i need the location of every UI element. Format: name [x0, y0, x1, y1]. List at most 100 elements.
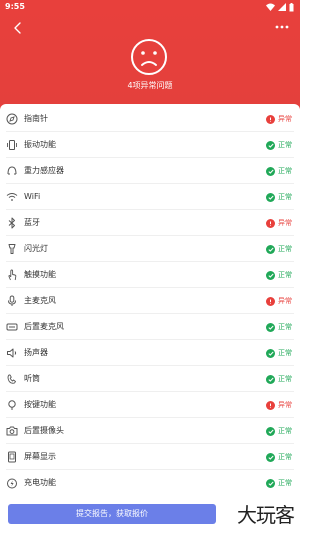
status-text: 正常	[278, 453, 292, 461]
status-indicator: 正常	[266, 184, 292, 210]
check-badge-icon	[266, 348, 275, 358]
item-label: 充电功能	[24, 478, 56, 487]
item-label: 听筒	[24, 374, 40, 383]
error-badge-icon	[266, 218, 275, 228]
back-arrow-icon[interactable]	[10, 20, 26, 36]
status-text: 正常	[278, 479, 292, 487]
vibration-icon	[7, 140, 17, 150]
list-item-compass[interactable]: 指南针 异常	[0, 106, 300, 132]
issue-summary: 4项异常问题	[127, 81, 173, 90]
status-text: 正常	[278, 375, 292, 383]
cell-signal-icon	[278, 3, 286, 11]
item-label: WiFi	[24, 192, 41, 201]
status-text: 正常	[278, 323, 292, 331]
check-badge-icon	[266, 478, 275, 488]
screen-icon	[8, 451, 16, 463]
check-badge-icon	[266, 192, 275, 202]
status-indicator: 正常	[266, 366, 292, 392]
status-indicator: 正常	[266, 444, 292, 470]
list-item-charging[interactable]: 充电功能 正常	[0, 470, 300, 496]
status-indicator: 异常	[266, 392, 292, 418]
microphone-icon	[8, 295, 16, 306]
status-icons	[266, 2, 294, 12]
status-text: 异常	[278, 401, 292, 409]
check-badge-icon	[266, 374, 275, 384]
submit-report-button[interactable]: 提交报告，获取报价	[8, 504, 216, 524]
status-indicator: 异常	[266, 106, 292, 132]
status-indicator: 正常	[266, 132, 292, 158]
status-time: 9:55	[5, 2, 25, 11]
wifi-icon	[6, 193, 18, 201]
status-indicator: 正常	[266, 418, 292, 444]
speaker-icon	[7, 348, 17, 358]
check-badge-icon	[266, 166, 275, 176]
charging-icon	[7, 478, 17, 489]
status-indicator: 正常	[266, 470, 292, 496]
item-label: 蓝牙	[24, 218, 40, 227]
item-label: 后置麦克风	[24, 322, 64, 331]
status-text: 异常	[278, 297, 292, 305]
error-badge-icon	[266, 296, 275, 306]
flashlight-icon	[8, 244, 16, 254]
list-item-bluetooth[interactable]: 蓝牙 异常	[0, 210, 300, 236]
rear-microphone-icon	[6, 323, 18, 331]
list-item-main-microphone[interactable]: 主麦克风 异常	[0, 288, 300, 314]
header: 9:55 4项异常问题	[0, 0, 300, 112]
status-text: 正常	[278, 167, 292, 175]
status-text: 异常	[278, 219, 292, 227]
check-badge-icon	[266, 244, 275, 254]
list-item-wifi[interactable]: WiFi 正常	[0, 184, 300, 210]
list-item-earpiece[interactable]: 听筒 正常	[0, 366, 300, 392]
keys-icon	[8, 400, 16, 410]
status-text: 正常	[278, 427, 292, 435]
status-indicator: 正常	[266, 236, 292, 262]
status-indicator: 正常	[266, 158, 292, 184]
status-text: 正常	[278, 271, 292, 279]
list-item-gravity-sensor[interactable]: 重力感应器 正常	[0, 158, 300, 184]
status-text: 正常	[278, 349, 292, 357]
check-badge-icon	[266, 452, 275, 462]
list-item-rear-microphone[interactable]: 后置麦克风 正常	[0, 314, 300, 340]
status-text: 正常	[278, 141, 292, 149]
item-label: 按键功能	[24, 400, 56, 409]
check-badge-icon	[266, 426, 275, 436]
item-label: 振动功能	[24, 140, 56, 149]
check-badge-icon	[266, 270, 275, 280]
list-item-flashlight[interactable]: 闪光灯 正常	[0, 236, 300, 262]
check-badge-icon	[266, 140, 275, 150]
list-item-screen[interactable]: 屏幕显示 正常	[0, 444, 300, 470]
list-item-keys[interactable]: 按键功能 异常	[0, 392, 300, 418]
item-label: 闪光灯	[24, 244, 48, 253]
item-label: 重力感应器	[24, 166, 64, 175]
gravity-sensor-icon	[7, 166, 17, 175]
list-item-speaker[interactable]: 扬声器 正常	[0, 340, 300, 366]
status-indicator: 异常	[266, 210, 292, 236]
more-options-icon[interactable]	[274, 22, 290, 32]
earpiece-icon	[7, 374, 16, 384]
item-label: 指南针	[24, 114, 48, 123]
wifi-signal-icon	[266, 3, 275, 11]
status-text: 正常	[278, 193, 292, 201]
battery-icon	[289, 2, 294, 11]
error-badge-icon	[266, 400, 275, 410]
item-label: 主麦克风	[24, 296, 56, 305]
bluetooth-icon	[8, 217, 15, 229]
error-badge-icon	[266, 114, 275, 124]
check-badge-icon	[266, 322, 275, 332]
item-label: 屏幕显示	[24, 452, 56, 461]
camera-icon	[6, 426, 18, 436]
status-text: 异常	[278, 115, 292, 123]
list-item-vibration[interactable]: 振动功能 正常	[0, 132, 300, 158]
compass-icon	[6, 113, 18, 125]
status-bar: 9:55	[0, 0, 300, 14]
status-text: 正常	[278, 245, 292, 253]
touch-icon	[8, 269, 17, 281]
diagnostic-list: 指南针 异常 振动功能 正常 重力感应器 正常 WiFi 正常 蓝牙 异常 闪光…	[0, 104, 300, 500]
list-item-rear-camera[interactable]: 后置摄像头 正常	[0, 418, 300, 444]
item-label: 后置摄像头	[24, 426, 64, 435]
sad-face-icon	[131, 39, 167, 75]
list-item-touch[interactable]: 触摸功能 正常	[0, 262, 300, 288]
status-indicator: 正常	[266, 340, 292, 366]
item-label: 扬声器	[24, 348, 48, 357]
item-label: 触摸功能	[24, 270, 56, 279]
